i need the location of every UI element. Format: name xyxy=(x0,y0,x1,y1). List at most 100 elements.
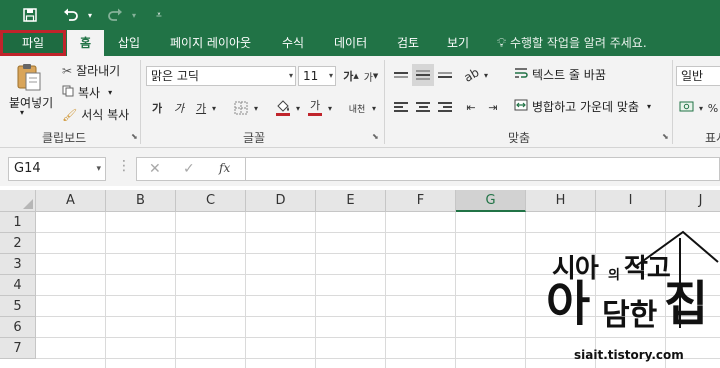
column-header-c[interactable]: C xyxy=(176,190,246,212)
number-format-select[interactable]: 일반 xyxy=(676,66,720,86)
row-header-6[interactable]: 6 xyxy=(0,317,36,338)
tell-me-box[interactable]: 💡︎ 수행할 작업을 알려 주세요. xyxy=(497,30,647,56)
formula-buttons: ✕ ✓ fx xyxy=(136,157,246,181)
decrease-indent-button[interactable]: ⇤ xyxy=(460,96,482,118)
paintbrush-icon: 🖌︎ xyxy=(62,107,78,122)
undo-dropdown-icon[interactable]: ▾ xyxy=(84,4,96,26)
align-center-button[interactable] xyxy=(412,96,434,118)
tab-view[interactable]: 보기 xyxy=(447,30,469,56)
phonetic-button[interactable]: 내천 xyxy=(344,97,370,119)
align-right-icon xyxy=(438,100,452,114)
row-header-5[interactable]: 5 xyxy=(0,296,36,317)
save-icon[interactable] xyxy=(18,4,42,26)
align-bottom-icon xyxy=(438,70,452,80)
increase-indent-button[interactable]: ⇥ xyxy=(482,96,504,118)
name-box-value: G14 xyxy=(14,161,41,176)
phonetic-dropdown-icon[interactable]: ▾ xyxy=(368,97,380,119)
chevron-down-icon: ▾ xyxy=(96,164,101,174)
alignment-launcher-icon[interactable]: ⬊ xyxy=(662,132,671,141)
wrap-text-label: 텍스트 줄 바꿈 xyxy=(532,68,606,82)
merge-dropdown-icon[interactable]: ▾ xyxy=(647,102,651,111)
shrink-font-button[interactable]: 가 ▼ xyxy=(360,65,382,87)
align-middle-button[interactable] xyxy=(412,64,434,86)
align-left-button[interactable] xyxy=(390,96,412,118)
grid-column-line xyxy=(245,212,246,368)
cut-button[interactable]: ✂ 잘라내기 xyxy=(62,62,120,79)
orientation-button[interactable]: ab xyxy=(460,64,482,86)
tab-data[interactable]: 데이터 xyxy=(334,30,367,56)
align-top-icon xyxy=(394,70,408,80)
undo-icon[interactable] xyxy=(60,4,82,26)
watermark-line2-part1: 아 xyxy=(546,276,591,332)
merge-center-button[interactable]: 병합하고 가운데 맞춤 ▾ xyxy=(514,98,651,115)
orientation-dropdown-icon[interactable]: ▾ xyxy=(480,64,492,86)
column-header-g[interactable]: G xyxy=(456,190,526,212)
italic-button[interactable]: 가 xyxy=(168,97,190,119)
shrink-font-icon: 가 xyxy=(363,72,373,84)
font-color-swatch xyxy=(308,112,322,116)
fill-bucket-icon xyxy=(276,100,290,116)
blog-watermark: 시아 의 작고 아 담한 집 siait.tistory.com xyxy=(540,228,720,368)
column-header-e[interactable]: E xyxy=(316,190,386,212)
underline-dropdown-icon[interactable]: ▾ xyxy=(208,97,220,119)
ribbon-tabs: 파일 홈 삽입 페이지 레이아웃 수식 데이터 검토 보기 💡︎ 수행할 작업을… xyxy=(0,30,720,56)
watermark-line2-part3: 집 xyxy=(664,276,709,332)
font-name-select[interactable]: 맑은 고딕 ▾ xyxy=(146,66,296,86)
row-header-3[interactable]: 3 xyxy=(0,254,36,275)
column-header-d[interactable]: D xyxy=(246,190,316,212)
insert-function-button[interactable]: fx xyxy=(219,161,230,175)
customize-qat-icon[interactable]: ⩡ xyxy=(152,4,166,26)
currency-button[interactable] xyxy=(676,96,698,118)
merge-center-label: 병합하고 가운데 맞춤 xyxy=(532,100,639,114)
select-all-button[interactable] xyxy=(0,190,36,212)
tab-home[interactable]: 홈 xyxy=(67,30,104,56)
font-size-value: 11 xyxy=(303,69,319,83)
formula-input[interactable] xyxy=(246,157,720,181)
align-bottom-button[interactable] xyxy=(434,64,456,86)
font-size-select[interactable]: 11 ▾ xyxy=(298,66,336,86)
font-color-button[interactable]: 가 xyxy=(304,96,326,118)
column-header-j[interactable]: J xyxy=(666,190,720,212)
wrap-text-button[interactable]: 텍스트 줄 바꿈 xyxy=(514,66,606,83)
name-box[interactable]: G14 ▾ xyxy=(8,157,106,181)
tab-file[interactable]: 파일 xyxy=(0,30,66,56)
row-header-2[interactable]: 2 xyxy=(0,233,36,254)
currency-dropdown-icon[interactable]: ▾ xyxy=(696,97,706,119)
copy-dropdown-icon[interactable]: ▾ xyxy=(108,88,112,97)
copy-button[interactable]: 복사 ▾ xyxy=(62,84,112,101)
font-launcher-icon[interactable]: ⬊ xyxy=(372,132,381,141)
font-color-dropdown-icon[interactable]: ▾ xyxy=(324,97,336,119)
grid-column-line xyxy=(385,212,386,368)
tab-page-layout[interactable]: 페이지 레이아웃 xyxy=(170,30,251,56)
align-right-button[interactable] xyxy=(434,96,456,118)
merge-center-icon xyxy=(514,98,528,115)
percent-button[interactable]: % xyxy=(706,97,720,119)
copy-label: 복사 xyxy=(78,86,101,100)
number-format-value: 일반 xyxy=(681,69,704,83)
column-header-a[interactable]: A xyxy=(36,190,106,212)
group-separator xyxy=(672,60,673,144)
align-top-button[interactable] xyxy=(390,64,412,86)
tab-insert[interactable]: 삽입 xyxy=(118,30,140,56)
column-header-f[interactable]: F xyxy=(386,190,456,212)
bold-button[interactable]: 가 xyxy=(146,97,168,119)
grow-font-button[interactable]: 가 ▲ xyxy=(340,65,362,87)
column-header-i[interactable]: I xyxy=(596,190,666,212)
fill-color-button[interactable] xyxy=(272,96,294,118)
tab-review[interactable]: 검토 xyxy=(397,30,419,56)
fill-color-dropdown-icon[interactable]: ▾ xyxy=(292,97,304,119)
row-header-1[interactable]: 1 xyxy=(0,212,36,233)
number-group-label: 표시 xyxy=(705,131,720,145)
paste-dropdown-icon[interactable]: ▾ xyxy=(20,108,24,117)
borders-dropdown-icon[interactable]: ▾ xyxy=(250,97,262,119)
row-header-4[interactable]: 4 xyxy=(0,275,36,296)
borders-button[interactable] xyxy=(230,97,252,119)
row-header-7[interactable]: 7 xyxy=(0,338,36,359)
column-header-h[interactable]: H xyxy=(526,190,596,212)
clipboard-launcher-icon[interactable]: ⬊ xyxy=(131,132,140,141)
format-painter-button[interactable]: 🖌︎ 서식 복사 xyxy=(62,106,129,123)
paste-button[interactable] xyxy=(10,62,48,92)
tab-formulas[interactable]: 수식 xyxy=(282,30,304,56)
column-header-b[interactable]: B xyxy=(106,190,176,212)
paste-label[interactable]: 붙여넣기 xyxy=(9,94,53,111)
